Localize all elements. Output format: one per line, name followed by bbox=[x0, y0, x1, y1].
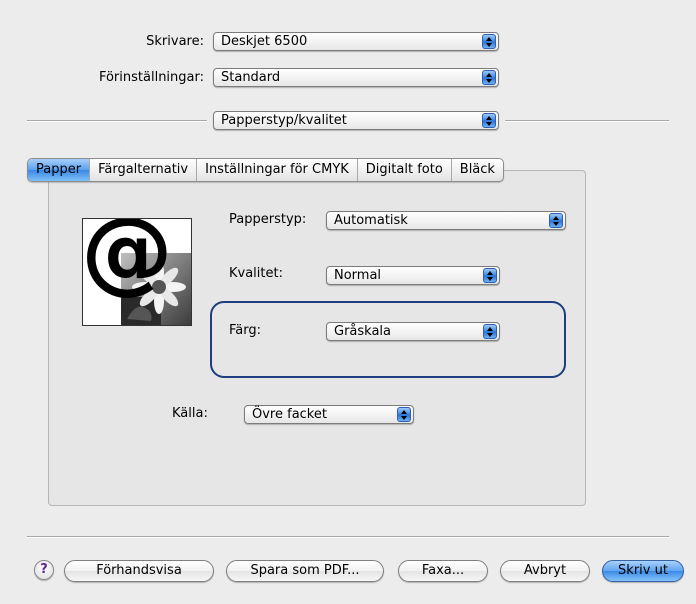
quality-value: Normal bbox=[334, 268, 382, 283]
up-down-arrows-icon bbox=[482, 113, 496, 128]
paper-preview-image: @ bbox=[82, 218, 192, 326]
save-as-pdf-button[interactable]: Spara som PDF... bbox=[226, 560, 384, 582]
color-value: Gråskala bbox=[334, 324, 392, 339]
question-mark-icon[interactable]: ? bbox=[34, 560, 54, 580]
tab-bar: Papper Färgalternativ Inställningar för … bbox=[27, 158, 504, 182]
quality-popup[interactable]: Normal bbox=[326, 266, 500, 285]
source-popup[interactable]: Övre facket bbox=[244, 405, 414, 424]
cancel-button[interactable]: Avbryt bbox=[500, 560, 590, 582]
printer-popup[interactable]: Deskjet 6500 bbox=[213, 32, 499, 51]
pane-value: Papperstyp/kvalitet bbox=[221, 113, 347, 128]
presets-value: Standard bbox=[221, 70, 281, 85]
preview-button[interactable]: Förhandsvisa bbox=[64, 560, 214, 582]
tab-ink[interactable]: Bläck bbox=[452, 159, 503, 181]
source-value: Övre facket bbox=[252, 407, 327, 422]
fax-button[interactable]: Faxa... bbox=[398, 560, 488, 582]
tab-paper[interactable]: Papper bbox=[28, 159, 91, 181]
up-down-arrows-icon bbox=[483, 268, 497, 283]
up-down-arrows-icon bbox=[482, 70, 496, 85]
tab-cmyk-settings[interactable]: Inställningar för CMYK bbox=[197, 159, 358, 181]
separator-right bbox=[505, 120, 669, 122]
up-down-arrows-icon bbox=[483, 324, 497, 339]
up-down-arrows-icon bbox=[482, 34, 496, 49]
tab-color-options[interactable]: Färgalternativ bbox=[90, 159, 198, 181]
paper-type-value: Automatisk bbox=[334, 213, 408, 228]
color-popup[interactable]: Gråskala bbox=[326, 322, 500, 341]
at-symbol: @ bbox=[82, 218, 173, 304]
printer-label: Skrivare: bbox=[146, 34, 204, 49]
paper-type-label: Papperstyp: bbox=[229, 212, 307, 227]
up-down-arrows-icon bbox=[397, 407, 411, 422]
quality-label: Kvalitet: bbox=[229, 266, 283, 281]
presets-popup[interactable]: Standard bbox=[213, 68, 499, 87]
presets-label: Förinställningar: bbox=[98, 70, 204, 85]
print-button[interactable]: Skriv ut bbox=[602, 560, 684, 582]
color-label: Färg: bbox=[229, 323, 261, 338]
tab-digital-photo[interactable]: Digitalt foto bbox=[358, 159, 452, 181]
up-down-arrows-icon bbox=[549, 213, 563, 228]
bottom-separator bbox=[27, 536, 669, 538]
pane-popup[interactable]: Papperstyp/kvalitet bbox=[213, 111, 499, 130]
paper-type-popup[interactable]: Automatisk bbox=[326, 211, 566, 230]
printer-value: Deskjet 6500 bbox=[221, 34, 308, 49]
separator-left bbox=[27, 120, 207, 122]
source-label: Källa: bbox=[172, 406, 208, 421]
